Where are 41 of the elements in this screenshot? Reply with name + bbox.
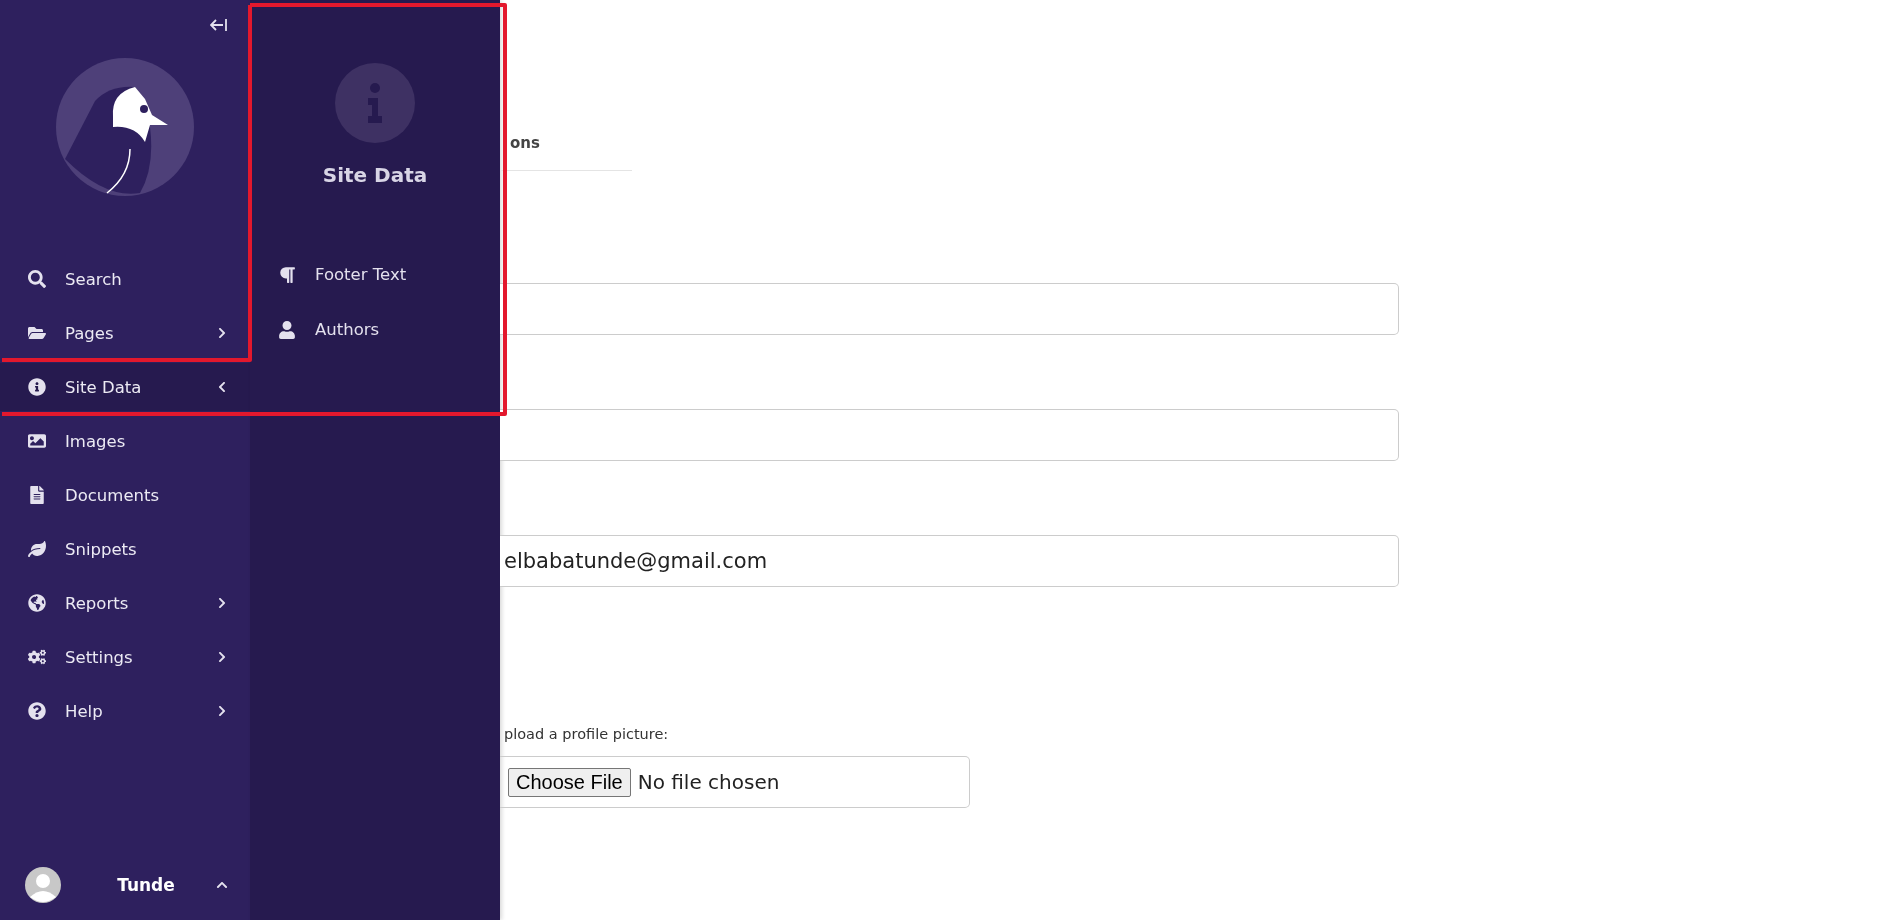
input-field[interactable]: [500, 409, 1399, 461]
chevron-right-icon: [216, 327, 228, 339]
search-icon: [28, 270, 46, 288]
nav-item[interactable]: Settings: [0, 633, 250, 681]
chevron-right-icon: [216, 651, 228, 663]
nav-item[interactable]: Documents: [0, 471, 250, 519]
nav-item[interactable]: Site Data: [0, 363, 250, 411]
submenu-title: Site Data: [322, 163, 428, 187]
nav-item[interactable]: Search: [0, 255, 250, 303]
nav-item[interactable]: Pages: [0, 309, 250, 357]
info-icon: [335, 63, 415, 143]
leaf-icon: [28, 540, 46, 558]
chevron-left-icon: [216, 381, 228, 393]
chevron-up-icon: [216, 879, 228, 891]
folder-icon: [28, 324, 46, 342]
globe-icon: [28, 594, 46, 612]
avatar-icon: [25, 867, 61, 903]
person-icon: [278, 320, 296, 339]
info-icon: [28, 378, 46, 396]
pilcrow-icon: [278, 265, 296, 284]
submenu-item[interactable]: Footer Text: [250, 247, 500, 302]
choose-file-button[interactable]: Choose File: [508, 767, 631, 797]
file-input[interactable]: Choose File No file chosen: [500, 756, 970, 808]
nav-item[interactable]: Help: [0, 687, 250, 735]
nav-item[interactable]: Reports: [0, 579, 250, 627]
nav-item[interactable]: Images: [0, 417, 250, 465]
document-icon: [28, 486, 46, 504]
chevron-right-icon: [216, 705, 228, 717]
collapse-icon[interactable]: [210, 18, 228, 32]
upload-label: pload a profile picture:: [504, 726, 669, 742]
nav-item[interactable]: Snippets: [0, 525, 250, 573]
file-status: No file chosen: [637, 770, 780, 794]
gears-icon: [28, 648, 46, 666]
help-icon: [28, 702, 46, 720]
tab[interactable]: ons: [500, 133, 632, 171]
submenu-item[interactable]: Authors: [250, 302, 500, 357]
input-field[interactable]: elbabatunde@gmail.com: [500, 535, 1399, 587]
input-field[interactable]: [500, 283, 1399, 335]
image-icon: [28, 432, 46, 450]
user-menu[interactable]: Tunde: [0, 855, 250, 915]
chevron-right-icon: [216, 597, 228, 609]
